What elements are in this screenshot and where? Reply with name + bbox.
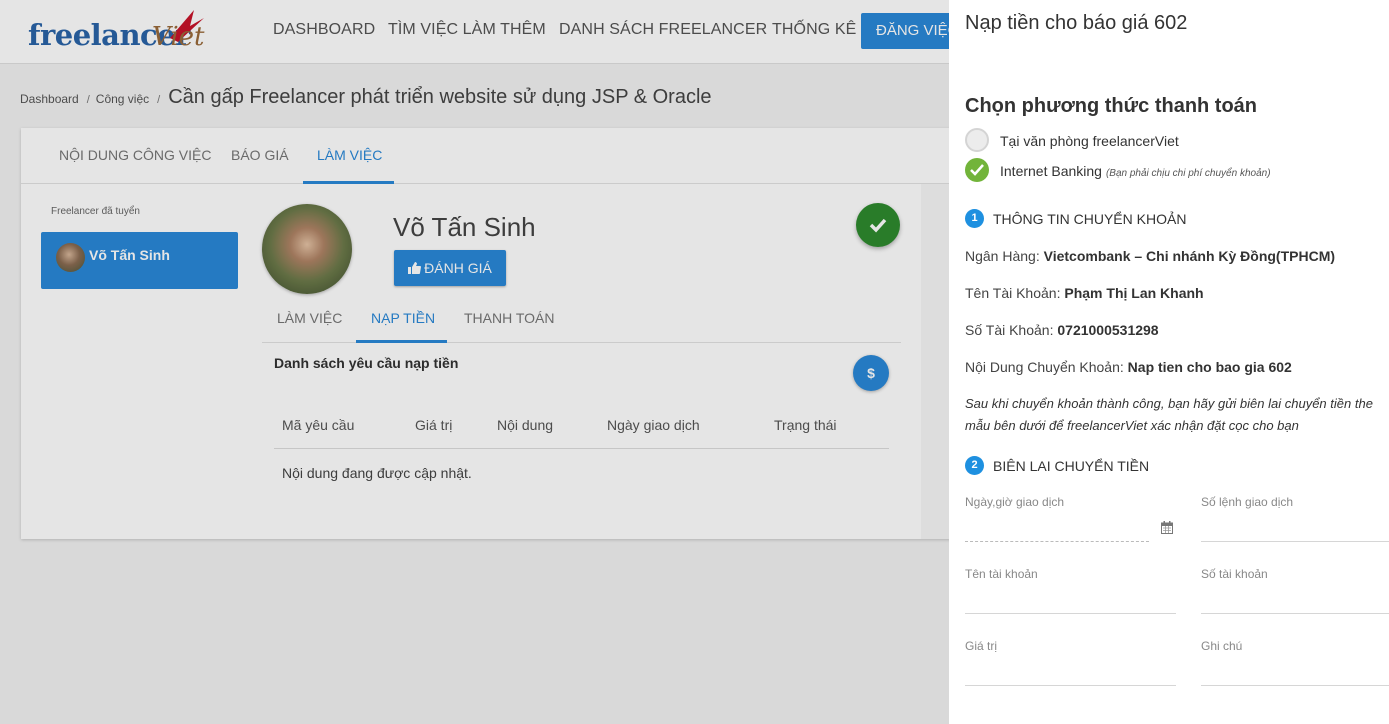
- account-name-label: Tên Tài Khoản:: [965, 285, 1061, 301]
- order-number-label: Số lệnh giao dịch: [1201, 495, 1294, 509]
- check-icon: [970, 164, 984, 176]
- note-input[interactable]: [1201, 685, 1389, 686]
- account-name-field-label: Tên tài khoản: [965, 567, 1038, 581]
- transfer-content-label: Nội Dung Chuyển Khoản:: [965, 359, 1124, 375]
- account-number-label: Số Tài Khoản:: [965, 322, 1054, 338]
- order-number-input[interactable]: [1201, 541, 1389, 542]
- account-number-field-label: Số tài khoản: [1201, 567, 1268, 581]
- bank-name-value: Vietcombank – Chi nhánh Kỳ Đồng(TPHCM): [1043, 248, 1336, 264]
- note-label: Ghi chú: [1201, 639, 1243, 653]
- account-name-value: Phạm Thị Lan Khanh: [1064, 285, 1204, 301]
- bank-name-row: Ngân Hàng: Vietcombank – Chi nhánh Kỳ Đồ…: [965, 248, 1335, 264]
- section-number-badge: 1: [965, 209, 984, 228]
- bank-name-label: Ngân Hàng:: [965, 248, 1040, 264]
- account-number-input[interactable]: [1201, 613, 1389, 614]
- radio-internet-banking-label[interactable]: Internet Banking (Bạn phải chịu chi phí c…: [1000, 163, 1271, 179]
- payment-method-heading: Chọn phương thức thanh toán: [965, 95, 1258, 117]
- drawer-title: Nạp tiền cho báo giá 602: [965, 12, 1188, 34]
- receipt-heading: BIÊN LAI CHUYỂN TIỀN: [993, 458, 1150, 474]
- account-number-row: Số Tài Khoản: 0721000531298: [965, 322, 1159, 338]
- account-name-row: Tên Tài Khoản: Phạm Thị Lan Khanh: [965, 285, 1204, 301]
- radio-internet-banking[interactable]: [965, 158, 989, 182]
- transfer-content-row: Nội Dung Chuyển Khoản: Nap tien cho bao …: [965, 359, 1292, 375]
- radio-office[interactable]: [965, 128, 989, 152]
- datetime-input[interactable]: [965, 541, 1149, 542]
- calendar-icon[interactable]: [1161, 521, 1173, 534]
- transfer-fee-note: (Bạn phải chịu chi phí chuyển khoản): [1105, 168, 1271, 179]
- account-number-value: 0721000531298: [1057, 322, 1159, 338]
- modal-backdrop[interactable]: [0, 0, 949, 724]
- receipt-instruction: Sau khi chuyển khoản thành công, bạn hãy…: [965, 391, 1389, 439]
- radio-office-label[interactable]: Tại văn phòng freelancerViet: [1000, 133, 1179, 149]
- internet-banking-text: Internet Banking: [1000, 163, 1102, 179]
- amount-input[interactable]: [965, 685, 1176, 686]
- account-name-input[interactable]: [965, 613, 1176, 614]
- datetime-label: Ngày,giờ giao dịch: [965, 495, 1065, 509]
- amount-label: Giá trị: [965, 639, 998, 653]
- section-number-badge: 2: [965, 456, 984, 475]
- transfer-content-value: Nap tien cho bao gia 602: [1127, 359, 1292, 375]
- deposit-drawer: Nạp tiền cho báo giá 602 Chọn phương thứ…: [949, 0, 1389, 724]
- transfer-info-heading: THÔNG TIN CHUYỂN KHOẢN: [993, 211, 1187, 227]
